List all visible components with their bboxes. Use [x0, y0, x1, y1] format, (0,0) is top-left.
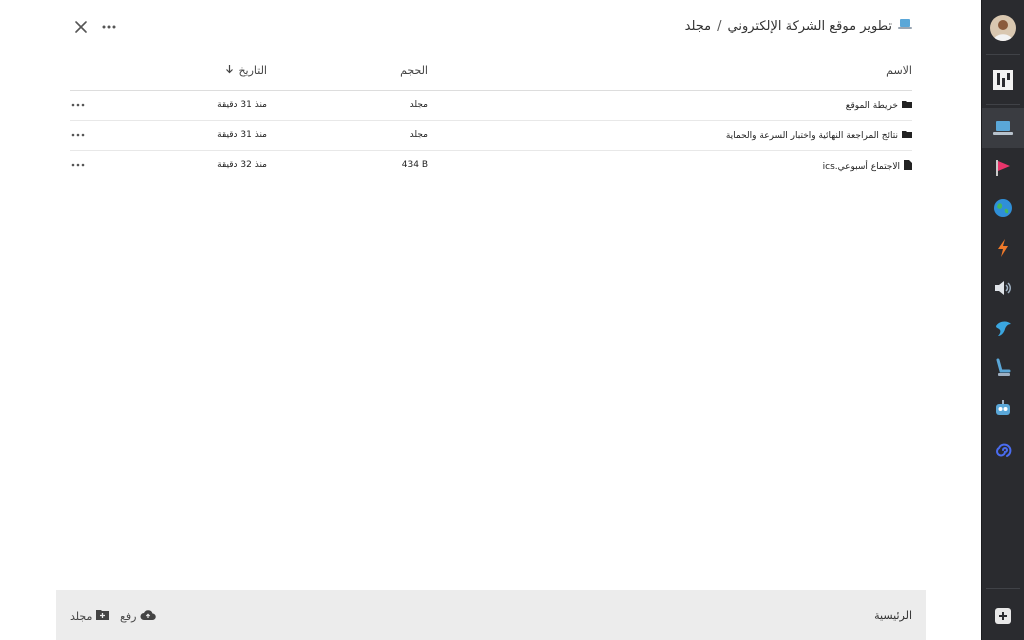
sidebar-item-speaker[interactable]: [982, 268, 1024, 308]
laptop-icon: [898, 18, 912, 34]
column-header-date-label: التاريخ: [238, 64, 267, 77]
sidebar-item-laptop[interactable]: [982, 108, 1024, 148]
upload-button[interactable]: رفع: [120, 609, 157, 624]
close-button[interactable]: [72, 18, 90, 36]
breadcrumb-folder[interactable]: تطوير موقع الشركة الإلكتروني: [728, 19, 893, 34]
add-app-button[interactable]: [982, 596, 1024, 636]
table-header: الاسم الحجم التاريخ: [70, 56, 912, 91]
sort-arrow-down-icon: [225, 64, 234, 77]
column-header-size[interactable]: الحجم: [400, 64, 428, 77]
more-horizontal-icon: [71, 163, 85, 167]
column-header-name[interactable]: الاسم: [886, 64, 912, 77]
more-horizontal-icon: [71, 103, 85, 107]
breadcrumb: تطوير موقع الشركة الإلكتروني / مجلد: [685, 18, 912, 34]
new-folder-button[interactable]: مجلد: [70, 609, 110, 623]
row-name[interactable]: الاجتماع أسبوعي.ics: [823, 160, 912, 173]
sidebar-item-globe[interactable]: [982, 188, 1024, 228]
row-name-label: نتائج المراجعة النهائية واختبار السرعة و…: [725, 130, 898, 141]
row-name[interactable]: خريطة الموقع: [846, 100, 912, 111]
globe-icon: [994, 199, 1012, 217]
upload-label: رفع: [120, 610, 137, 623]
more-options-button[interactable]: [100, 18, 118, 36]
cloud-upload-icon: [140, 609, 157, 624]
dolphin-icon: [996, 321, 1011, 336]
row-more-button[interactable]: [70, 101, 86, 111]
sidebar-divider: [986, 104, 1020, 105]
sidebar-divider: [986, 588, 1020, 589]
row-more-button[interactable]: [70, 131, 86, 141]
close-icon: [75, 21, 87, 33]
lightning-icon: [998, 239, 1008, 257]
laptop-icon: [993, 121, 1013, 135]
folder-icon: [902, 130, 912, 141]
row-date: منذ 31 دقيقة: [217, 100, 267, 110]
avatar: [990, 15, 1016, 41]
row-size: 434 B: [401, 160, 428, 170]
row-size: مجلد: [409, 100, 428, 110]
folder-icon: [902, 100, 912, 111]
app-logo-icon: [993, 70, 1013, 90]
footer-title[interactable]: الرئيسية: [874, 609, 912, 622]
sidebar-divider: [986, 54, 1020, 55]
sidebar-item-dolphin[interactable]: [982, 308, 1024, 348]
flag-icon: [996, 160, 1010, 176]
column-header-date[interactable]: التاريخ: [225, 64, 267, 77]
user-avatar-button[interactable]: [982, 8, 1024, 48]
seat-icon: [996, 358, 1011, 376]
table-row[interactable]: نتائج المراجعة النهائية واختبار السرعة و…: [70, 121, 912, 151]
row-date: منذ 32 دقيقة: [217, 160, 267, 170]
app-logo-button[interactable]: [982, 60, 1024, 100]
table-row[interactable]: الاجتماع أسبوعي.ics 434 B منذ 32 دقيقة: [70, 151, 912, 180]
spiral-icon: [996, 443, 1012, 457]
sidebar-item-flag[interactable]: [982, 148, 1024, 188]
speaker-icon: [995, 281, 1011, 295]
new-folder-label: مجلد: [70, 609, 93, 623]
breadcrumb-separator: /: [717, 18, 722, 34]
sidebar-item-spiral[interactable]: [982, 430, 1024, 470]
app-sidebar: [981, 0, 1024, 640]
file-table: الاسم الحجم التاريخ خريطة الموقع مجلد من…: [70, 56, 912, 180]
folder-plus-icon: [96, 609, 110, 623]
table-row[interactable]: خريطة الموقع مجلد منذ 31 دقيقة: [70, 91, 912, 121]
sidebar-item-robot[interactable]: [982, 388, 1024, 428]
row-size: مجلد: [409, 130, 428, 140]
more-horizontal-icon: [71, 133, 85, 137]
robot-icon: [996, 400, 1010, 415]
row-more-button[interactable]: [70, 161, 86, 171]
row-name-label: الاجتماع أسبوعي.ics: [822, 161, 900, 172]
more-horizontal-icon: [102, 25, 116, 29]
sidebar-item-bolt[interactable]: [982, 228, 1024, 268]
sidebar-item-seat[interactable]: [982, 348, 1024, 388]
row-date: منذ 31 دقيقة: [217, 130, 267, 140]
plus-square-icon: [995, 608, 1011, 624]
file-icon: [904, 160, 912, 173]
footer-bar: الرئيسية رفع مجلد: [56, 590, 926, 640]
breadcrumb-current: مجلد: [684, 18, 712, 34]
row-name-label: خريطة الموقع: [845, 100, 898, 111]
panel-header: تطوير موقع الشركة الإلكتروني / مجلد: [0, 0, 982, 56]
row-name[interactable]: نتائج المراجعة النهائية واختبار السرعة و…: [726, 130, 912, 141]
